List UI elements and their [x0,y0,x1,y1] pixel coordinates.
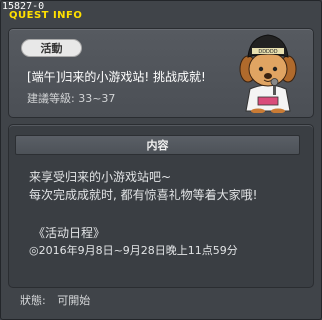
quest-status: 狀態: 可開始 [20,292,90,308]
schedule-date: ◎2016年9月8日~9月28日晚上11点59分 [29,244,238,257]
schedule-title: 《活动日程》 [33,226,106,240]
status-label: 狀態: [20,294,46,307]
category-tab[interactable]: 活動 [21,39,82,57]
quest-name: [端午]归来的小游戏站! 挑战成就! [27,70,206,84]
content-header: 内容 [15,135,300,155]
dog-npc-icon: DDDDD [228,31,308,114]
window-title: QUEST INFO [9,10,83,21]
svg-text:DDDDD: DDDDD [258,49,277,55]
description-line-1: 来享受归来的小游戏站吧~ [29,170,172,184]
status-value: 可開始 [57,294,91,307]
description-line-2: 每次完成成就时, 都有惊喜礼物等着大家哦! [29,188,258,202]
level-requirement: 建議等級: 33~37 [27,92,116,105]
